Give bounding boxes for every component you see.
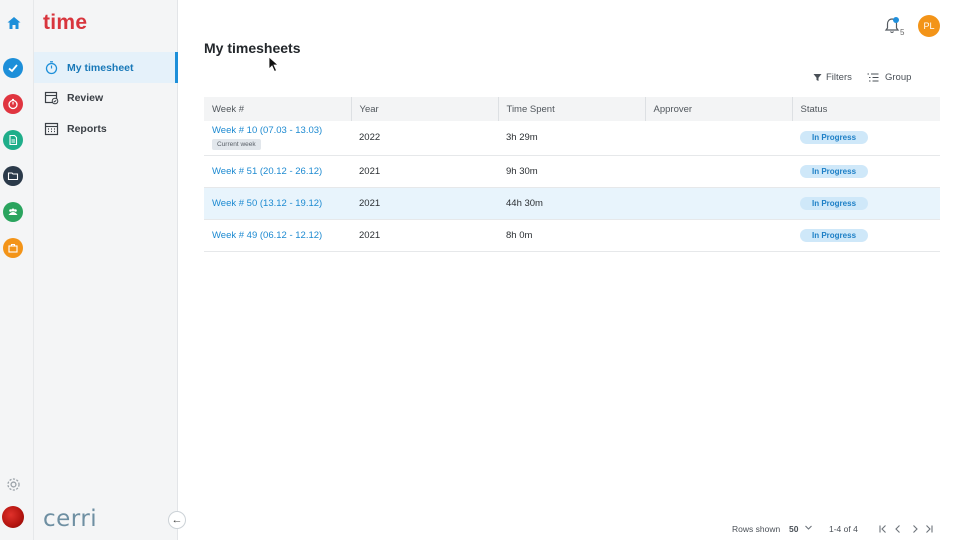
notification-dot	[893, 17, 899, 23]
status-badge: In Progress	[800, 164, 869, 178]
calendar-grid-icon	[44, 121, 59, 136]
sidebar-item-label: Reports	[67, 122, 107, 135]
group-label: Group	[885, 72, 912, 83]
table-row[interactable]: Week # 10 (07.03 - 13.03) Current week 2…	[204, 121, 940, 156]
year-cell: 2022	[351, 121, 498, 156]
current-week-badge: Current week	[212, 139, 261, 151]
filter-icon	[813, 74, 822, 81]
stopwatch-icon	[44, 60, 59, 75]
approver-cell	[645, 121, 792, 156]
home-icon[interactable]	[6, 15, 22, 31]
user-avatar[interactable]: PL	[918, 15, 940, 37]
sidebar: time My timesheet Review Reports cerri ←	[34, 0, 186, 540]
first-page-icon[interactable]	[878, 524, 888, 534]
approver-cell	[645, 155, 792, 188]
app-people-button[interactable]	[3, 202, 23, 222]
people-icon	[8, 208, 18, 215]
timer-icon	[8, 98, 18, 110]
filters-label: Filters	[826, 72, 852, 83]
year-cell: 2021	[351, 187, 498, 220]
table-row[interactable]: Week # 51 (20.12 - 26.12) 2021 9h 30m In…	[204, 155, 940, 188]
week-link[interactable]: Week # 51 (20.12 - 26.12)	[212, 166, 322, 177]
column-header-week[interactable]: Week #	[204, 97, 351, 121]
chevron-down-icon[interactable]	[804, 523, 813, 532]
status-cell: In Progress	[792, 121, 940, 156]
app-documents-button[interactable]	[3, 130, 23, 150]
status-badge: In Progress	[800, 196, 869, 210]
prev-page-icon[interactable]	[893, 524, 903, 534]
folder-icon	[7, 172, 19, 181]
document-icon	[9, 134, 18, 146]
time-spent-cell: 3h 29m	[498, 121, 645, 156]
column-header-year[interactable]: Year	[350, 97, 498, 121]
brand-logo: cerri	[43, 506, 98, 532]
notification-count: 5	[900, 28, 905, 37]
app-tasks-button[interactable]	[3, 58, 23, 78]
week-link[interactable]: Week # 49 (06.12 - 12.12)	[212, 230, 322, 241]
status-cell: In Progress	[792, 219, 940, 252]
status-cell: In Progress	[792, 155, 940, 188]
time-spent-cell: 8h 0m	[498, 219, 645, 252]
table-row[interactable]: Week # 49 (06.12 - 12.12) 2021 8h 0m In …	[204, 219, 940, 252]
last-page-icon[interactable]	[924, 524, 934, 534]
approver-cell	[645, 219, 792, 252]
table-row-selected[interactable]: Week # 50 (13.12 - 19.12) 2021 44h 30m I…	[204, 187, 940, 220]
week-link[interactable]: Week # 50 (13.12 - 19.12)	[212, 198, 322, 209]
sidebar-item-label: My timesheet	[67, 61, 134, 74]
mouse-cursor-icon	[268, 56, 280, 73]
main-content: My timesheets 5 PL Filters Group Week # …	[179, 0, 960, 540]
calendar-check-icon	[44, 90, 59, 105]
app-time-button[interactable]	[3, 94, 23, 114]
sidebar-item-reports[interactable]: Reports	[34, 113, 178, 144]
group-button[interactable]: Group	[867, 72, 911, 83]
week-link[interactable]: Week # 10 (07.03 - 13.03)	[212, 125, 351, 136]
app-projects-button[interactable]	[3, 166, 23, 186]
status-cell: In Progress	[792, 187, 940, 220]
app-rail	[0, 0, 34, 540]
workspace-avatar[interactable]	[2, 506, 24, 528]
time-spent-cell: 9h 30m	[498, 155, 645, 188]
app-logo: time	[43, 11, 88, 34]
filters-button[interactable]: Filters	[813, 72, 852, 83]
list-indent-icon	[867, 73, 879, 82]
sidebar-item-label: Review	[67, 91, 104, 104]
next-page-icon[interactable]	[910, 524, 920, 534]
week-cell: Week # 49 (06.12 - 12.12)	[204, 219, 351, 252]
sidebar-item-review[interactable]: Review	[34, 82, 178, 113]
year-cell: 2021	[351, 155, 498, 188]
table-header-row: Week # Year Time Spent Approver Status	[204, 97, 940, 121]
app-work-button[interactable]	[3, 238, 23, 258]
timesheets-table: Week # Year Time Spent Approver Status W…	[204, 97, 940, 252]
column-header-approver[interactable]: Approver	[644, 97, 792, 121]
briefcase-icon	[8, 243, 18, 253]
time-spent-cell: 44h 30m	[498, 187, 645, 220]
week-cell: Week # 10 (07.03 - 13.03) Current week	[204, 121, 351, 156]
column-header-time-spent[interactable]: Time Spent	[497, 97, 645, 121]
status-badge: In Progress	[800, 131, 869, 145]
approver-cell	[645, 187, 792, 220]
sidebar-item-my-timesheet[interactable]: My timesheet	[34, 52, 178, 83]
rows-shown-label: Rows shown	[732, 524, 781, 534]
week-cell: Week # 50 (13.12 - 19.12)	[204, 187, 351, 220]
year-cell: 2021	[351, 219, 498, 252]
checkmark-icon	[8, 64, 18, 73]
week-cell: Week # 51 (20.12 - 26.12)	[204, 155, 351, 188]
status-badge: In Progress	[800, 228, 869, 242]
gear-icon[interactable]	[5, 476, 22, 493]
rows-shown-select[interactable]: 50	[789, 524, 798, 534]
page-title: My timesheets	[204, 40, 301, 56]
column-header-status[interactable]: Status	[791, 97, 940, 121]
pagination-range: 1-4 of 4	[829, 524, 858, 534]
